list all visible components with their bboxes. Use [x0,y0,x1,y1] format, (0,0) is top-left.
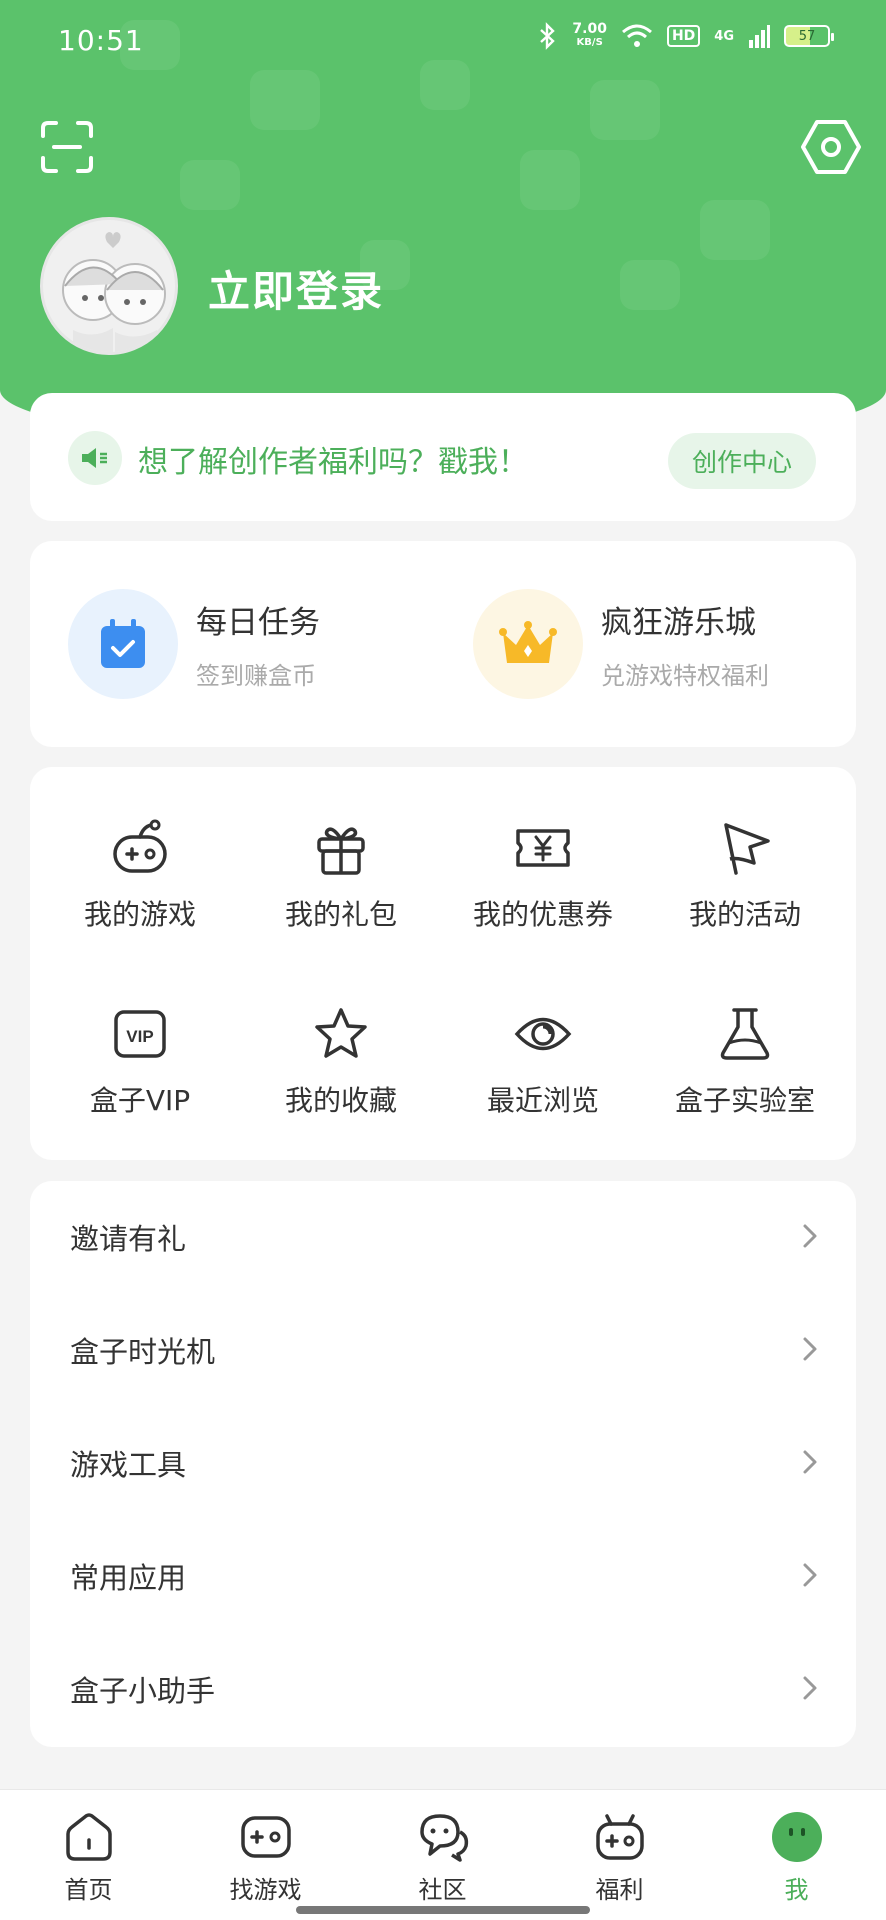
status-icons: 7.00 KB/S HD 4G 57 [538,22,834,50]
grid-label-recent-views: 最近浏览 [486,1084,599,1117]
bluetooth-icon [540,22,556,50]
daily-task[interactable]: 每日任务 签到赚盒币 [68,589,320,699]
creator-banner[interactable]: 想了解创作者福利吗？戳我！ 创作中心 [30,393,856,521]
tab-label: 福利 [595,1876,644,1904]
bottom-tab-bar: 首页 找游戏 社区 福利 我 [0,1789,886,1920]
scan-icon[interactable] [40,120,94,174]
vip-icon-text: VIP [126,1027,153,1046]
coupon-icon [516,829,570,867]
flask-icon [720,1008,770,1060]
gift-box-icon [595,1814,644,1860]
grid-item-box-vip[interactable]: VIP 盒子VIP [40,1003,240,1119]
grid-label-box-lab: 盒子实验室 [674,1084,815,1117]
network-speed-value: 7.00 [572,21,607,37]
megaphone-icon [68,431,122,485]
tab-welfare[interactable]: 福利 [531,1790,708,1920]
grid-item-box-lab[interactable]: 盒子实验室 [645,1003,845,1119]
chevron-right-icon [803,1450,817,1474]
grid-item-my-events[interactable]: 我的活动 [645,817,845,933]
grid-label-my-gifts: 我的礼包 [284,898,397,931]
hd-badge: HD [666,25,701,47]
eye-icon [514,1017,572,1051]
settings-icon[interactable] [800,118,862,176]
signal-icon [749,25,770,48]
menu-item-label: 常用应用 [70,1561,187,1595]
chevron-right-icon [803,1337,817,1361]
menu-item-time-machine[interactable]: 盒子时光机 [30,1294,856,1406]
grid-label-my-events: 我的活动 [688,898,801,931]
menu-item-common-apps[interactable]: 常用应用 [30,1520,856,1632]
home-icon [65,1813,112,1861]
calendar-check-icon [68,589,178,699]
network-type: 4G [714,28,734,44]
chat-icon [419,1814,468,1862]
crazy-playground-title: 疯狂游乐城 [601,605,756,641]
tab-me[interactable]: 我 [708,1790,885,1920]
avatar[interactable] [40,217,178,355]
wifi-icon [621,24,652,47]
login-link[interactable]: 立即登录 [208,258,384,319]
crazy-playground-subtitle: 兑游戏特权福利 [601,662,769,690]
grid-item-my-games[interactable]: 我的游戏 [40,817,240,933]
gift-icon [317,827,365,875]
menu-item-label: 盒子时光机 [70,1335,216,1369]
menu-item-label: 游戏工具 [70,1448,187,1482]
battery-level: 57 [798,28,816,44]
tasks-card: 每日任务 签到赚盒币 疯狂游乐城 兑游戏特权福利 [30,541,856,747]
daily-task-title: 每日任务 [196,605,320,641]
battery-indicator: 57 [784,25,834,47]
daily-task-subtitle: 签到赚盒币 [196,662,316,690]
tab-community[interactable]: 社区 [354,1790,531,1920]
face-icon [771,1812,822,1862]
home-indicator[interactable] [296,1906,590,1914]
chevron-right-icon [803,1676,817,1700]
crazy-playground-task[interactable]: 疯狂游乐城 兑游戏特权福利 [473,589,769,699]
gamepad-icon [113,819,167,873]
network-speed-unit: KB/S [576,37,603,48]
crown-icon [473,589,583,699]
features-grid: 我的游戏 我的礼包 我的优惠券 我的活动 VIP 盒子VIP 我的收藏 最近浏览… [30,767,856,1160]
menu-item-game-tools[interactable]: 游戏工具 [30,1407,856,1519]
chevron-right-icon [803,1563,817,1587]
grid-label-my-games: 我的游戏 [83,898,196,931]
network-speed: 7.00 KB/S [572,22,607,50]
grid-item-recent-views[interactable]: 最近浏览 [443,1003,643,1119]
menu-item-assistant[interactable]: 盒子小助手 [30,1633,856,1745]
avatar-illustration [62,232,166,352]
star-icon [315,1008,367,1058]
creator-center-button[interactable]: 创作中心 [668,433,816,489]
status-time: 10:51 [58,23,144,57]
menu-list: 邀请有礼 盒子时光机 游戏工具 常用应用 盒子小助手 [30,1181,856,1747]
chevron-right-icon [803,1224,817,1248]
creator-banner-text: 想了解创作者福利吗？戳我！ [138,445,528,480]
flag-icon [724,823,770,875]
grid-item-my-favorites[interactable]: 我的收藏 [241,1003,441,1119]
grid-label-my-favorites: 我的收藏 [284,1084,397,1117]
tab-label: 找游戏 [229,1876,302,1904]
tab-label: 社区 [418,1876,467,1904]
grid-label-box-vip: 盒子VIP [89,1084,191,1117]
tab-home[interactable]: 首页 [0,1790,177,1920]
tab-find-games[interactable]: 找游戏 [177,1790,354,1920]
menu-item-label: 盒子小助手 [70,1674,216,1708]
menu-item-label: 邀请有礼 [70,1222,187,1256]
grid-item-my-coupons[interactable]: 我的优惠券 [443,817,643,933]
tab-label: 我 [784,1876,809,1904]
grid-label-my-coupons: 我的优惠券 [472,898,613,931]
menu-item-invite[interactable]: 邀请有礼 [30,1181,856,1293]
grid-item-my-gifts[interactable]: 我的礼包 [241,817,441,933]
tab-label: 首页 [64,1876,113,1904]
gamepad-icon [240,1816,291,1858]
vip-icon: VIP [114,1010,166,1058]
